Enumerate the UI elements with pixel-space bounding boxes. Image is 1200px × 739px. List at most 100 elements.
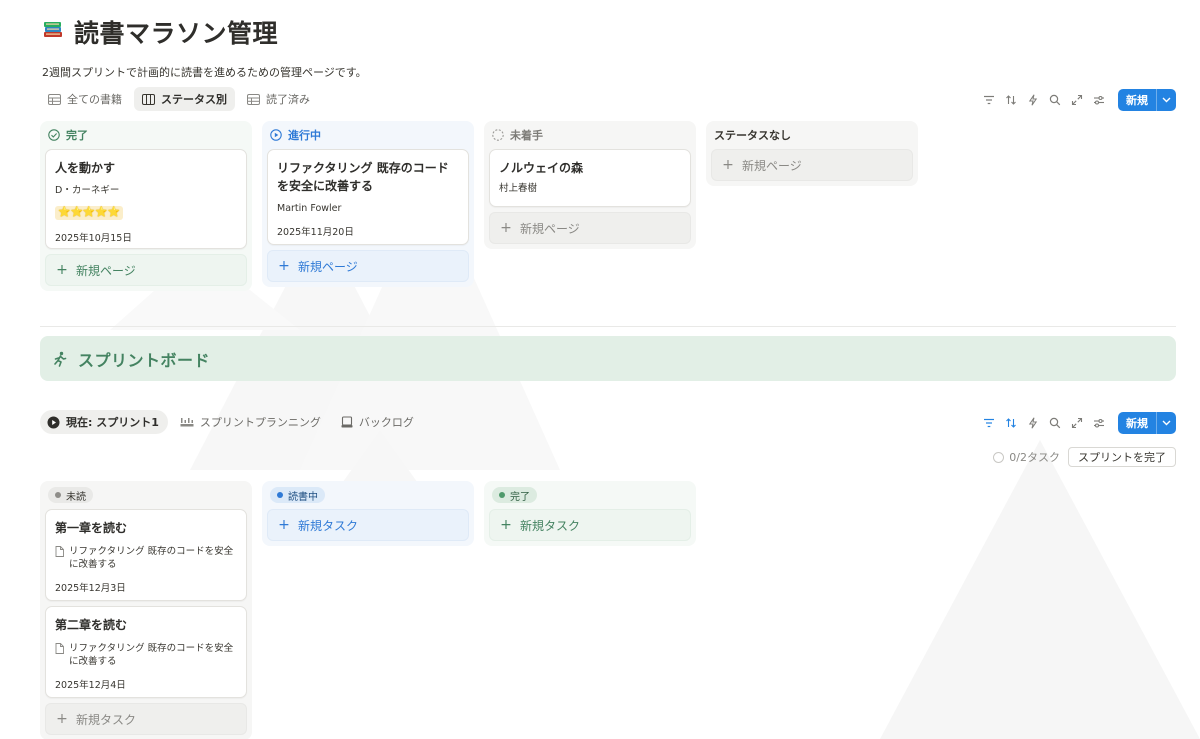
column-header[interactable]: 未着手 <box>489 121 691 149</box>
settings-sliders-icon[interactable] <box>1090 91 1108 109</box>
plus-icon: + <box>500 517 512 533</box>
card-relation[interactable]: リファクタリング 既存のコードを安全に改善する <box>55 545 237 571</box>
card-author: D・カーネギー <box>55 185 120 196</box>
table-icon <box>247 93 260 105</box>
sprint-column-reading: 読書中 + 新規タスク <box>262 481 474 546</box>
books-icon <box>40 18 66 46</box>
books-status-board: 完了 人を動かす D・カーネギー ⭐⭐⭐⭐⭐ 2025年10月15日 + 新規ペ… <box>40 121 918 291</box>
page: 読書マラソン管理 2週間スプリントで計画的に読書を進めるための管理ページです。 … <box>0 0 1200 739</box>
expand-icon[interactable] <box>1068 91 1086 109</box>
page-title: 読書マラソン管理 <box>40 14 278 50</box>
page-title-text[interactable]: 読書マラソン管理 <box>74 14 278 50</box>
card-title: 人を動かす <box>55 161 116 175</box>
card-title: 第一章を読む <box>55 521 128 535</box>
books-new-button[interactable]: 新規 <box>1118 89 1176 111</box>
column-header[interactable]: 読書中 <box>267 481 469 509</box>
plus-icon: + <box>278 258 290 274</box>
add-label: 新規タスク <box>520 518 581 533</box>
tab-by-status[interactable]: ステータス別 <box>134 87 235 111</box>
check-circle-icon <box>48 129 60 141</box>
filter-icon[interactable] <box>980 414 998 432</box>
status-pill: 未読 <box>48 487 93 503</box>
card-author: Martin Fowler <box>277 203 342 214</box>
settings-sliders-icon[interactable] <box>1090 414 1108 432</box>
sprint-column-done: 完了 + 新規タスク <box>484 481 696 546</box>
card-date: 2025年12月4日 <box>55 680 126 691</box>
task-card[interactable]: 第二章を読む リファクタリング 既存のコードを安全に改善する 2025年12月4… <box>45 606 247 698</box>
chevron-down-icon[interactable] <box>1156 89 1176 111</box>
task-count-text: 0/2タスク <box>1009 451 1060 464</box>
tab-finished[interactable]: 読了済み <box>239 87 318 111</box>
play-circle-filled-icon <box>47 416 60 428</box>
column-label: 完了 <box>66 129 88 142</box>
book-card[interactable]: リファクタリング 既存のコードを安全に改善する Martin Fowler 20… <box>267 149 469 245</box>
page-description: 2週間スプリントで計画的に読書を進めるための管理ページです。 <box>42 66 367 79</box>
add-label: 新規タスク <box>298 518 359 533</box>
document-icon <box>55 546 64 557</box>
task-card[interactable]: 第一章を読む リファクタリング 既存のコードを安全に改善する 2025年12月3… <box>45 509 247 601</box>
card-relation[interactable]: リファクタリング 既存のコードを安全に改善する <box>55 642 237 668</box>
books-toolbar: 新規 <box>980 88 1176 112</box>
sprint-view-tabs: 現在: スプリント1 スプリントプランニング バックログ <box>40 409 422 435</box>
timeline-icon <box>180 418 194 427</box>
card-date: 2025年11月20日 <box>277 227 354 238</box>
sprint-new-button[interactable]: 新規 <box>1118 412 1176 434</box>
callout-text: スプリントボード <box>78 350 211 370</box>
add-task-button[interactable]: + 新規タスク <box>489 509 691 541</box>
column-header[interactable]: 完了 <box>45 121 247 149</box>
plus-icon: + <box>722 157 734 173</box>
add-page-button[interactable]: + 新規ページ <box>45 254 247 286</box>
tab-current-sprint[interactable]: 現在: スプリント1 <box>40 410 168 434</box>
running-person-icon <box>54 351 67 367</box>
add-task-button[interactable]: + 新規タスク <box>267 509 469 541</box>
status-pill: 完了 <box>492 487 537 503</box>
add-label: 新規ページ <box>520 221 580 236</box>
tab-all-books[interactable]: 全ての書籍 <box>40 87 130 111</box>
column-header[interactable]: 未読 <box>45 481 247 509</box>
add-label: 新規タスク <box>76 712 137 727</box>
tab-backlog[interactable]: バックログ <box>333 410 422 434</box>
tab-label: バックログ <box>358 416 414 429</box>
dashed-circle-icon <box>492 129 504 141</box>
sort-icon[interactable] <box>1002 91 1020 109</box>
book-card[interactable]: 人を動かす D・カーネギー ⭐⭐⭐⭐⭐ 2025年10月15日 <box>45 149 247 249</box>
column-header[interactable]: 完了 <box>489 481 691 509</box>
column-label: 進行中 <box>288 129 321 142</box>
expand-icon[interactable] <box>1068 414 1086 432</box>
tab-sprint-planning[interactable]: スプリントプランニング <box>172 410 329 434</box>
add-page-button[interactable]: + 新規ページ <box>489 212 691 244</box>
add-label: 新規ページ <box>298 259 358 274</box>
table-icon <box>48 93 61 105</box>
card-author: 村上春樹 <box>499 183 538 194</box>
sprint-board: 未読 第一章を読む リファクタリング 既存のコードを安全に改善する 2025年1… <box>40 481 696 739</box>
tab-label: 読了済み <box>266 93 310 106</box>
lightning-icon[interactable] <box>1024 414 1042 432</box>
column-label: 読書中 <box>288 491 318 503</box>
add-page-button[interactable]: + 新規ページ <box>267 250 469 282</box>
chevron-down-icon[interactable] <box>1156 412 1176 434</box>
board-column-no-status: ステータスなし + 新規ページ <box>706 121 918 186</box>
lightning-icon[interactable] <box>1024 91 1042 109</box>
tab-label: スプリントプランニング <box>199 416 321 429</box>
add-task-button[interactable]: + 新規タスク <box>45 703 247 735</box>
plus-icon: + <box>56 711 68 727</box>
column-header[interactable]: ステータスなし <box>711 121 913 149</box>
column-label: 完了 <box>510 491 530 503</box>
card-date: 2025年12月3日 <box>55 583 126 594</box>
complete-sprint-button[interactable]: スプリントを完了 <box>1068 447 1176 467</box>
relation-title: リファクタリング 既存のコードを安全に改善する <box>69 643 234 667</box>
tab-label: 現在: スプリント1 <box>66 416 159 429</box>
search-icon[interactable] <box>1046 414 1064 432</box>
search-icon[interactable] <box>1046 91 1064 109</box>
add-page-button[interactable]: + 新規ページ <box>711 149 913 181</box>
plus-icon: + <box>278 517 290 533</box>
rating-badge: ⭐⭐⭐⭐⭐ <box>55 206 124 220</box>
column-header[interactable]: 進行中 <box>267 121 469 149</box>
tab-label: ステータス別 <box>161 93 227 106</box>
inbox-icon <box>341 416 353 428</box>
sprint-column-unread: 未読 第一章を読む リファクタリング 既存のコードを安全に改善する 2025年1… <box>40 481 252 739</box>
status-pill: 読書中 <box>270 487 325 503</box>
book-card[interactable]: ノルウェイの森 村上春樹 <box>489 149 691 207</box>
sort-icon[interactable] <box>1002 414 1020 432</box>
filter-icon[interactable] <box>980 91 998 109</box>
